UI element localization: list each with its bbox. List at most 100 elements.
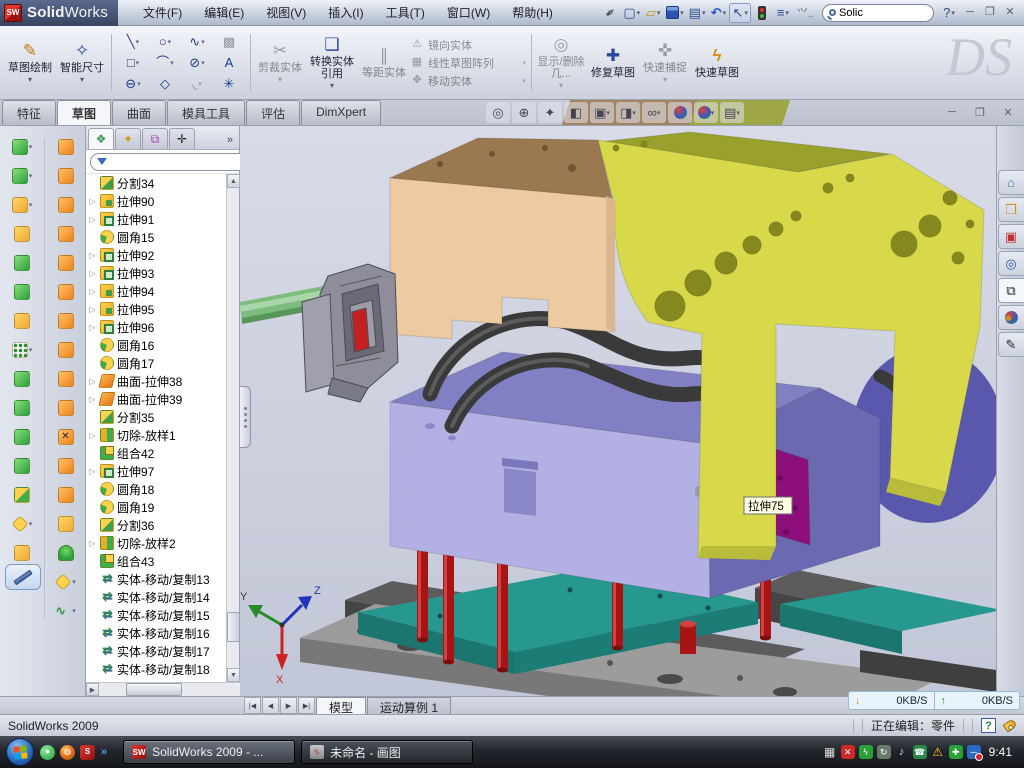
expand-arrow-icon[interactable] (88, 593, 97, 602)
tree-item[interactable]: 拉伸90 (86, 192, 227, 210)
reference-plane-tool[interactable] (14, 544, 30, 561)
menu-item[interactable]: 插入(I) (317, 0, 374, 25)
print-button[interactable]: ▤ (687, 3, 708, 23)
tree-item[interactable]: 实体-移动/复制17 (86, 642, 227, 660)
expand-arrow-icon[interactable] (88, 575, 97, 584)
rectangle-tool[interactable]: □ (117, 52, 149, 73)
tree-vertical-scrollbar[interactable]: ▲ ▼ (226, 174, 239, 682)
text-tool[interactable]: A (213, 52, 245, 73)
tree-item[interactable]: 拉伸94 (86, 282, 227, 300)
move-copy-bodies-tool[interactable] (14, 486, 30, 503)
tree-item[interactable]: 实体-移动/复制18 (86, 660, 227, 678)
slot-tool[interactable]: ⊖ (117, 73, 149, 94)
doc-minimize-button[interactable]: ─ (942, 104, 962, 120)
chamfer-tool[interactable] (14, 283, 30, 300)
select-button[interactable]: ↖ (729, 3, 750, 23)
open-file-button[interactable]: ▱ (643, 3, 663, 23)
panel-splitter-handle[interactable] (240, 386, 251, 448)
tree-item[interactable]: 拉伸93 (86, 264, 227, 282)
motion-study-tab[interactable]: 运动算例 1 (367, 697, 451, 714)
tree-item[interactable]: 实体-移动/复制14 (86, 588, 227, 606)
tab-surfaces[interactable]: 曲面 (112, 100, 166, 125)
zoom-to-area-button[interactable]: ⊕ (512, 102, 536, 123)
tree-item[interactable]: 圆角17 (86, 354, 227, 372)
search-tab[interactable]: ◎ (998, 251, 1024, 276)
tree-item[interactable]: 实体-移动/复制16 (86, 624, 227, 642)
trim-entities-button[interactable]: ✂剪裁实体 (254, 34, 306, 92)
configurationmanager-tab[interactable]: ⧉ (142, 128, 168, 149)
toolbar-overflow-icon[interactable]: ⺍.. (794, 5, 817, 21)
sketch-entity-tool-2[interactable] (55, 573, 76, 590)
doc-restore-button[interactable]: ❐ (970, 104, 990, 120)
edit-appearance-button[interactable]: ● (668, 102, 692, 123)
expand-arrow-icon[interactable] (88, 629, 97, 638)
display-delete-relations-button[interactable]: ◎显示/删除几... (535, 34, 587, 92)
expand-arrow-icon[interactable] (88, 395, 97, 404)
linear-pattern-tool[interactable] (12, 341, 33, 358)
convert-entities-button[interactable]: ❏转换实体引用 (306, 34, 358, 92)
tab-features[interactable]: 特征 (2, 100, 56, 125)
mirror-entities-button[interactable]: ⚠镜向实体 (410, 37, 528, 53)
lofted-surface-tool[interactable] (58, 225, 74, 242)
3d-model-canvas[interactable]: X Y Z 拉伸75 (240, 126, 996, 696)
fillet-surface-tool[interactable] (58, 515, 74, 532)
phone-icon[interactable]: ☎ (913, 745, 927, 759)
doc-close-button[interactable]: ✕ (998, 104, 1018, 120)
scrollbar-thumb[interactable] (126, 683, 182, 696)
expand-arrow-icon[interactable] (88, 377, 97, 386)
menu-item[interactable]: 工具(T) (375, 0, 436, 25)
undo-button[interactable]: ↶ (708, 3, 728, 23)
task-solidworks[interactable]: SW SolidWorks 2009 - ... (123, 740, 295, 764)
ellipse-tool[interactable]: ⊘ (181, 52, 213, 73)
menu-item[interactable]: 视图(V) (255, 0, 317, 25)
tree-item[interactable]: 组合42 (86, 444, 227, 462)
menu-item[interactable]: 编辑(E) (193, 0, 255, 25)
model-tab[interactable]: 模型 (316, 697, 366, 714)
network-warning-icon[interactable]: ⚠ (931, 745, 945, 759)
search-box[interactable] (822, 4, 934, 22)
tree-filter-input[interactable] (111, 156, 253, 168)
move-entities-button[interactable]: ✥移动实体 (410, 73, 528, 89)
tree-item[interactable]: 拉伸96 (86, 318, 227, 336)
tree-item[interactable]: 拉伸95 (86, 300, 227, 318)
hole-wizard-tool[interactable] (14, 312, 30, 329)
tree-horizontal-scrollbar[interactable]: ◀ ▶ (86, 682, 240, 696)
dimxpertmanager-tab[interactable]: ✛ (169, 128, 195, 149)
tag-icon[interactable] (1003, 718, 1018, 732)
revolved-surface-tool[interactable] (58, 167, 74, 184)
scrollbar-thumb[interactable] (227, 612, 240, 642)
solidworks-launcher[interactable]: S (80, 745, 95, 760)
scroll-up-icon[interactable]: ▲ (227, 174, 240, 188)
search-input[interactable] (839, 7, 909, 19)
expand-arrow-icon[interactable] (88, 521, 97, 530)
next-tab-button[interactable]: ▶ (280, 697, 297, 714)
arc-tool[interactable]: ⌒ (149, 52, 181, 73)
view-settings-button[interactable]: ▤ (720, 102, 744, 123)
combine-bodies-tool[interactable] (14, 457, 30, 474)
expand-arrow-icon[interactable] (88, 323, 97, 332)
expand-arrow-icon[interactable] (88, 269, 97, 278)
spline-tool[interactable]: ∿ (181, 31, 213, 52)
tree-item[interactable]: 拉伸97 (86, 462, 227, 480)
prev-tab-button[interactable]: ◀ (262, 697, 279, 714)
expand-arrow-icon[interactable] (88, 287, 97, 296)
revolved-boss-tool[interactable] (14, 254, 30, 271)
quick-launch-overflow-icon[interactable]: » (101, 746, 107, 758)
filled-surface-tool[interactable] (58, 283, 74, 300)
sync-icon[interactable]: ─ (967, 745, 981, 759)
swept-surface-tool[interactable] (58, 138, 74, 155)
scroll-down-icon[interactable]: ▼ (227, 668, 240, 682)
defender-icon[interactable]: ✚ (949, 745, 963, 759)
part-ejector-clamp[interactable] (302, 264, 398, 402)
expand-arrow-icon[interactable] (88, 557, 97, 566)
section-view-button[interactable]: ◧ (564, 102, 588, 123)
rib-tool[interactable] (14, 399, 30, 416)
sketch-entity-tool[interactable] (12, 515, 33, 532)
tab-dimxpert[interactable]: DimXpert (301, 100, 381, 125)
sketch-fillet-tool[interactable]: ◟ (181, 73, 213, 94)
rapid-sketch-button[interactable]: ϟ快速草图 (691, 34, 743, 92)
delete-face-tool[interactable] (58, 428, 74, 445)
expand-arrow-icon[interactable] (88, 647, 97, 656)
point-tool[interactable]: ✳ (213, 73, 245, 94)
swept-boss-tool[interactable] (14, 225, 30, 242)
